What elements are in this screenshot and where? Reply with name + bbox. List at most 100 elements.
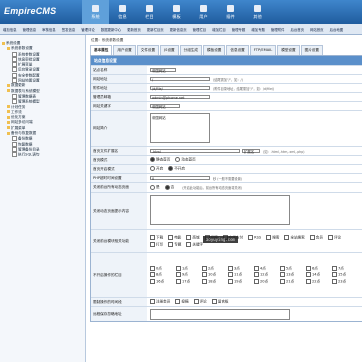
tab-6[interactable]: 信息设置 [226,45,249,55]
checkbox[interactable] [332,278,337,284]
tab-7[interactable]: FTP/EMAIL [249,45,277,55]
close_columns-option[interactable]: 0点 [150,265,176,272]
checkbox[interactable] [202,265,207,271]
checkbox[interactable] [266,235,272,240]
subnav-link[interactable]: 管理栏目 [190,27,210,32]
subnav-link[interactable]: 增加栏目 [209,27,229,32]
close_funcs-option[interactable]: 全站搜索 [284,235,305,241]
close_columns-option[interactable]: 9点 [176,272,202,278]
topnav-item-1[interactable]: 信息 [109,0,136,24]
index_open-option[interactable]: 不开启 [168,166,185,172]
checkbox[interactable] [332,265,337,271]
checkbox[interactable] [254,265,259,271]
file-url-input[interactable]: /d/file/ [150,85,210,91]
subnav-link[interactable]: 更新栏目页 [144,27,167,32]
topnav-item-2[interactable]: 栏目 [136,0,163,24]
checkbox[interactable] [228,278,233,284]
checkbox[interactable] [280,272,285,278]
tab-2[interactable]: 文件设置 [136,45,160,55]
close-msg-textarea[interactable] [150,195,290,225]
checkbox[interactable] [309,235,315,240]
checkbox[interactable] [228,265,233,271]
close_ops-option[interactable]: 投稿 [175,299,189,305]
subnav-link[interactable]: 更新首页 [124,27,144,32]
close_columns-option[interactable]: 10点 [202,272,228,278]
subnav-link[interactable]: 签发信息 [59,27,79,32]
tab-8[interactable]: 模型设置 [277,45,300,55]
checkbox[interactable] [306,278,311,284]
checkbox[interactable] [306,272,311,278]
close_columns-option[interactable]: 3点 [228,265,254,272]
topnav-item-3[interactable]: 模板 [163,0,190,24]
close_ops-option[interactable]: 留言板 [211,299,229,305]
close_columns-option[interactable]: 20点 [254,278,280,285]
checkbox[interactable] [176,278,181,284]
checkbox[interactable] [202,272,207,278]
close_ops-option[interactable]: 注册会员 [150,299,170,305]
checkbox[interactable] [280,265,285,271]
tab-0[interactable]: 基本属性 [90,45,113,55]
close_columns-option[interactable]: 15点 [332,272,358,278]
tab-4[interactable]: 分组生成 [179,45,203,55]
close_funcs-option[interactable]: 电影 [168,235,181,241]
checkbox[interactable] [306,265,311,271]
checkbox[interactable] [254,278,259,284]
index-ext-select[interactable]: 扩展名 [242,148,260,154]
radio-button[interactable] [150,157,155,163]
close_funcs-option[interactable]: 下载 [150,235,163,241]
topnav-item-6[interactable]: 其他 [244,0,271,24]
close_site-option[interactable]: 是 [150,184,160,190]
topnav-item-5[interactable]: 插件 [217,0,244,24]
checkbox[interactable] [284,235,290,240]
radio-button[interactable] [164,184,170,190]
subnav-link[interactable]: 增加专题 [248,27,268,32]
checkbox[interactable] [280,278,285,284]
checkbox[interactable] [175,299,181,305]
checkbox[interactable] [176,272,181,278]
subnav-link[interactable]: 增加信息 [0,27,20,32]
close_columns-option[interactable]: 5点 [280,265,306,272]
topnav-item-0[interactable]: 系统 [82,0,109,24]
close_columns-option[interactable]: 17点 [176,278,202,285]
checkbox[interactable] [150,265,155,271]
checkbox[interactable] [150,241,155,247]
checkbox[interactable] [254,272,259,278]
subnav-link[interactable]: 审核信息 [39,27,59,32]
close_funcs-option[interactable]: 关键字 [186,241,203,248]
tab-5[interactable]: 模板设置 [203,45,226,55]
admin-email-input[interactable]: admin@phome.net [150,94,210,100]
index-ext-input[interactable]: .html [150,148,240,154]
close_columns-option[interactable]: 18点 [202,278,228,285]
close_columns-option[interactable]: 12点 [254,272,280,278]
close_funcs-option[interactable]: 会员 [309,235,323,241]
close_columns-option[interactable]: 11点 [228,272,254,278]
close_columns-option[interactable]: 2点 [202,265,228,272]
checkbox[interactable] [150,299,155,305]
close_columns-option[interactable]: 14点 [306,272,332,278]
close_funcs-option[interactable]: 专题 [168,241,181,248]
keywords-input[interactable]: 帝国网站 [150,103,180,109]
radio-button[interactable] [175,157,181,163]
close_ops-option[interactable]: 评论 [193,299,207,305]
intro-textarea[interactable]: 帝国网站 [150,113,210,143]
subnav-link[interactable]: 后台首页 [287,27,307,32]
checkbox[interactable] [327,235,333,240]
checkbox[interactable] [168,235,174,240]
close_funcs-option[interactable]: RSS [248,235,261,241]
site-name-input[interactable]: 帝国网站 [150,67,176,73]
close_site-option[interactable]: 否 [164,184,174,190]
checkbox[interactable] [150,235,155,240]
close_columns-option[interactable]: 4点 [254,265,280,272]
checkbox[interactable] [248,235,254,241]
close_funcs-option[interactable]: 评论 [327,235,341,241]
checkbox[interactable] [186,235,192,240]
tab-3[interactable]: JS设置 [160,45,179,55]
checkbox[interactable] [150,272,155,278]
close_columns-option[interactable]: 13点 [280,272,306,278]
subnav-link[interactable]: 数据更新中心 [98,27,124,32]
close_funcs-option[interactable]: 商城 [186,235,200,241]
checkbox[interactable] [211,299,217,305]
php-timeout-input[interactable]: 0 [150,175,210,181]
close_funcs-option[interactable]: 搜索 [266,235,279,241]
index_open-option[interactable]: 开启 [150,166,163,172]
